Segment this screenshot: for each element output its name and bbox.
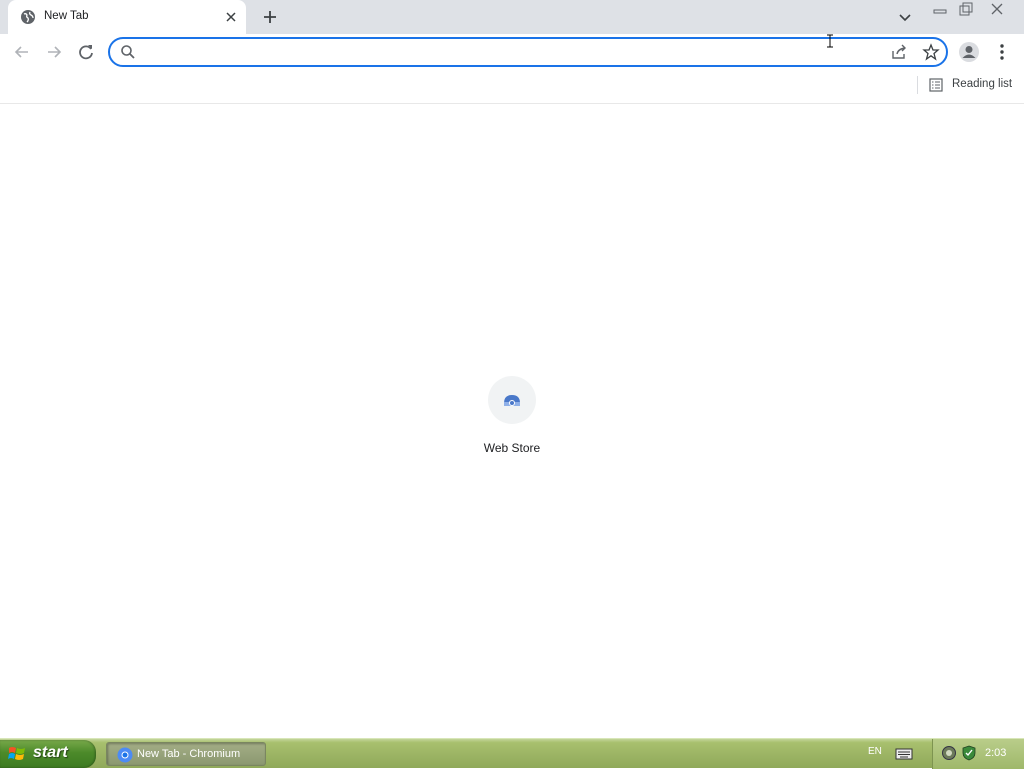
taskbar: start New Tab - Chromium EN 2:03 bbox=[0, 738, 1024, 769]
globe-icon bbox=[21, 10, 35, 24]
tab-strip: New Tab bbox=[0, 0, 1024, 34]
network-icon[interactable] bbox=[941, 745, 957, 761]
bookmark-star-icon[interactable] bbox=[922, 43, 940, 61]
reading-list-icon bbox=[929, 78, 943, 92]
text-cursor-icon bbox=[827, 34, 833, 48]
close-window-icon[interactable] bbox=[982, 1, 1012, 17]
bookmarks-separator bbox=[917, 76, 918, 94]
windows-logo-icon bbox=[8, 747, 25, 760]
forward-arrow-icon[interactable] bbox=[43, 41, 65, 63]
tab-new-tab[interactable]: New Tab bbox=[8, 0, 246, 34]
shortcut-label: Web Store bbox=[483, 441, 541, 455]
start-button[interactable]: start bbox=[0, 740, 96, 768]
taskbar-item-label: New Tab - Chromium bbox=[137, 748, 241, 760]
bookmarks-bar: Reading list bbox=[0, 70, 1024, 104]
web-store-icon bbox=[504, 395, 520, 406]
search-icon bbox=[121, 45, 135, 59]
keyboard-icon[interactable] bbox=[895, 745, 913, 761]
start-label: start bbox=[33, 744, 68, 761]
system-tray: 2:03 bbox=[932, 739, 1024, 769]
tab-title: New Tab bbox=[44, 10, 89, 22]
back-arrow-icon[interactable] bbox=[11, 41, 33, 63]
chromium-icon bbox=[117, 747, 133, 763]
address-input[interactable] bbox=[142, 42, 882, 62]
more-menu-icon[interactable] bbox=[991, 41, 1013, 63]
new-tab-page: Web Store bbox=[0, 104, 1024, 738]
clock: 2:03 bbox=[985, 747, 1007, 759]
restore-window-icon[interactable] bbox=[952, 1, 982, 17]
toolbar bbox=[0, 34, 1024, 70]
new-tab-plus-icon[interactable] bbox=[259, 6, 281, 28]
share-icon[interactable] bbox=[890, 43, 908, 61]
chevron-down-icon[interactable] bbox=[896, 8, 914, 26]
shortcut-tile bbox=[488, 376, 536, 424]
taskbar-item-chromium[interactable]: New Tab - Chromium bbox=[106, 742, 266, 766]
security-shield-icon[interactable] bbox=[961, 745, 977, 761]
address-bar[interactable] bbox=[108, 37, 948, 67]
profile-avatar-icon[interactable] bbox=[958, 41, 980, 63]
language-indicator[interactable]: EN bbox=[868, 746, 882, 757]
close-tab-icon[interactable] bbox=[222, 8, 240, 26]
reading-list-label: Reading list bbox=[952, 78, 1013, 90]
shortcut-web-store[interactable]: Web Store bbox=[472, 376, 552, 460]
reload-icon[interactable] bbox=[75, 41, 97, 63]
